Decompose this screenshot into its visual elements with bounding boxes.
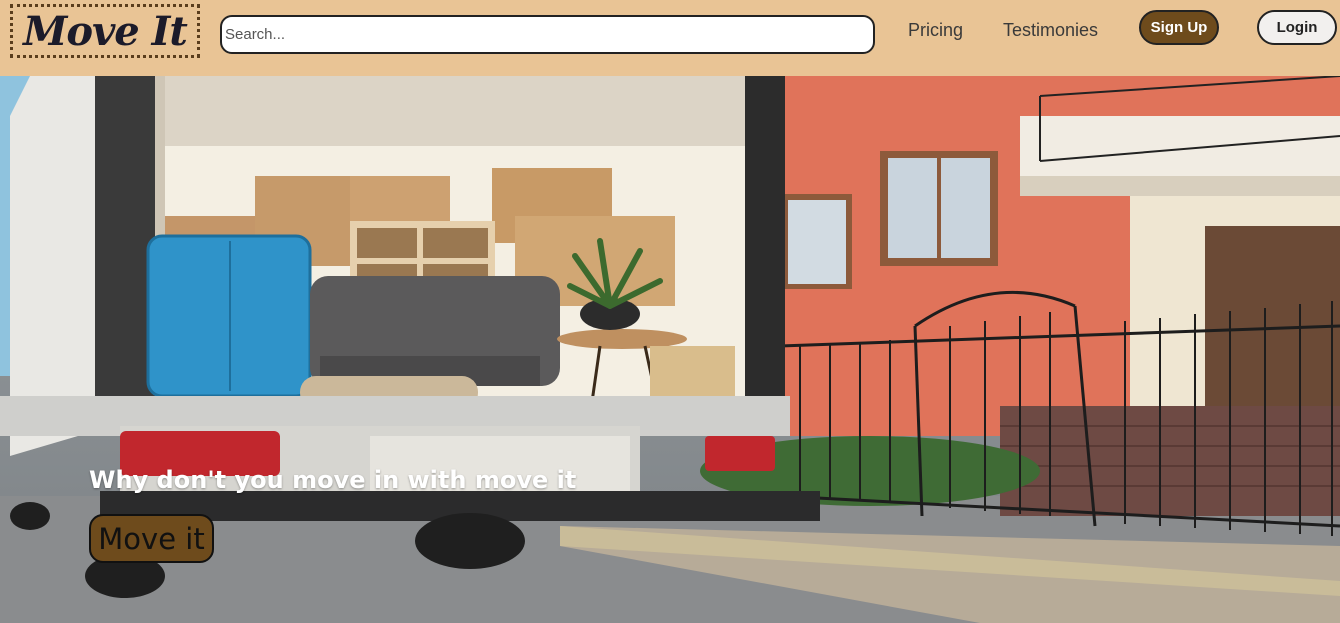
- hero-section: Why don't you move in with move it Move …: [0, 76, 1340, 623]
- sign-up-button[interactable]: Sign Up: [1139, 10, 1219, 45]
- hero-headline: Why don't you move in with move it: [89, 466, 577, 494]
- nav-link-pricing[interactable]: Pricing: [908, 20, 963, 41]
- nav-link-testimonies[interactable]: Testimonies: [1003, 20, 1098, 41]
- search-input[interactable]: [220, 15, 875, 54]
- login-button[interactable]: Login: [1257, 10, 1337, 45]
- logo[interactable]: Move It: [10, 4, 200, 58]
- site-header: Move It Pricing Testimonies Sign Up Logi…: [0, 0, 1340, 76]
- move-it-button[interactable]: Move it: [89, 514, 214, 563]
